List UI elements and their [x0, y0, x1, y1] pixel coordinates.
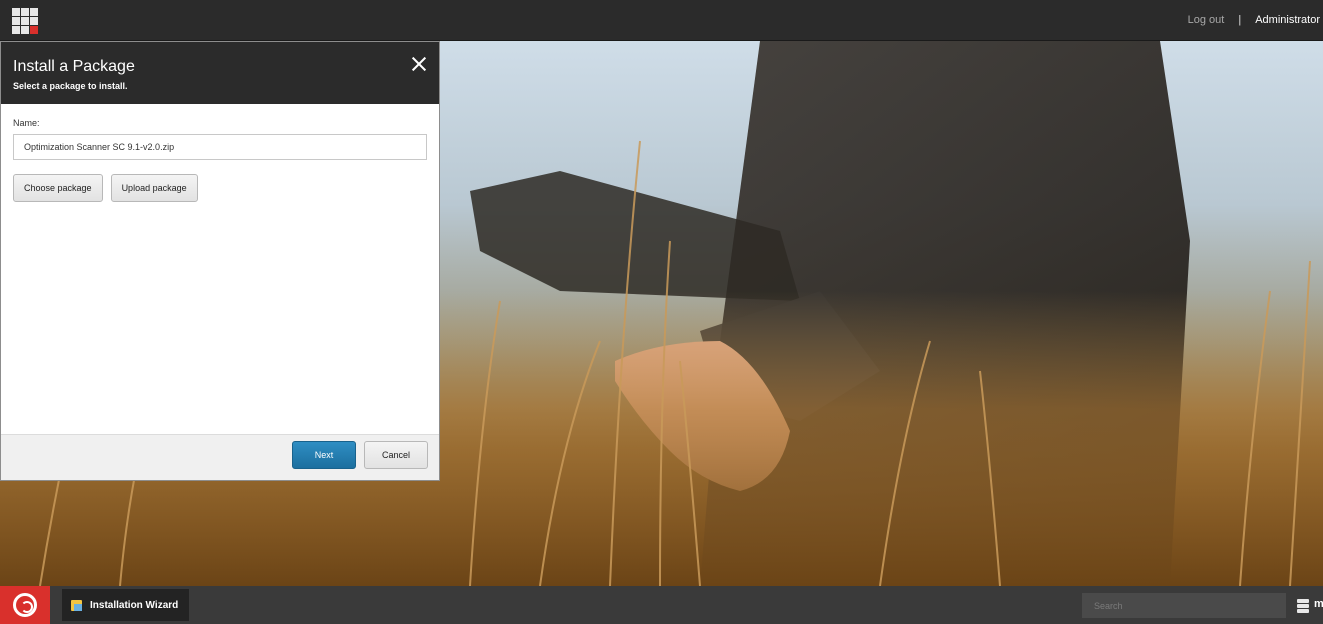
next-button[interactable]: Next — [292, 441, 356, 469]
sitecore-logo-icon — [13, 593, 37, 617]
user-menu: Log out | Administrator — [1188, 14, 1320, 26]
database-icon[interactable] — [1297, 599, 1309, 613]
username[interactable]: Administrator — [1255, 14, 1320, 26]
dialog-subtitle: Select a package to install. — [13, 81, 128, 91]
choose-package-button[interactable]: Choose package — [13, 174, 103, 202]
start-menu-button[interactable] — [0, 586, 50, 624]
wizard-icon — [71, 599, 82, 611]
package-button-row: Choose package Upload package — [13, 174, 427, 202]
separator: | — [1238, 14, 1242, 26]
dialog-title: Install a Package — [13, 58, 135, 75]
install-package-dialog: Install a Package Select a package to in… — [0, 41, 440, 481]
database-label[interactable]: m — [1314, 598, 1323, 610]
taskbar: Installation Wizard m — [0, 586, 1323, 624]
package-name-input[interactable] — [13, 134, 427, 160]
upload-package-button[interactable]: Upload package — [110, 174, 198, 202]
cancel-button[interactable]: Cancel — [364, 441, 428, 469]
close-icon[interactable] — [411, 56, 427, 72]
dialog-footer: Next Cancel — [1, 434, 439, 480]
taskbar-item-label: Installation Wizard — [90, 599, 179, 611]
search-input[interactable] — [1082, 593, 1286, 618]
dialog-header: Install a Package Select a package to in… — [1, 42, 439, 104]
app-launcher-icon[interactable] — [12, 8, 38, 34]
name-label: Name: — [13, 118, 40, 128]
dialog-body: Name: Choose package Upload package — [1, 104, 439, 434]
logout-link[interactable]: Log out — [1188, 14, 1225, 26]
top-bar: Log out | Administrator — [0, 0, 1323, 41]
taskbar-item-installation-wizard[interactable]: Installation Wizard — [62, 589, 189, 621]
